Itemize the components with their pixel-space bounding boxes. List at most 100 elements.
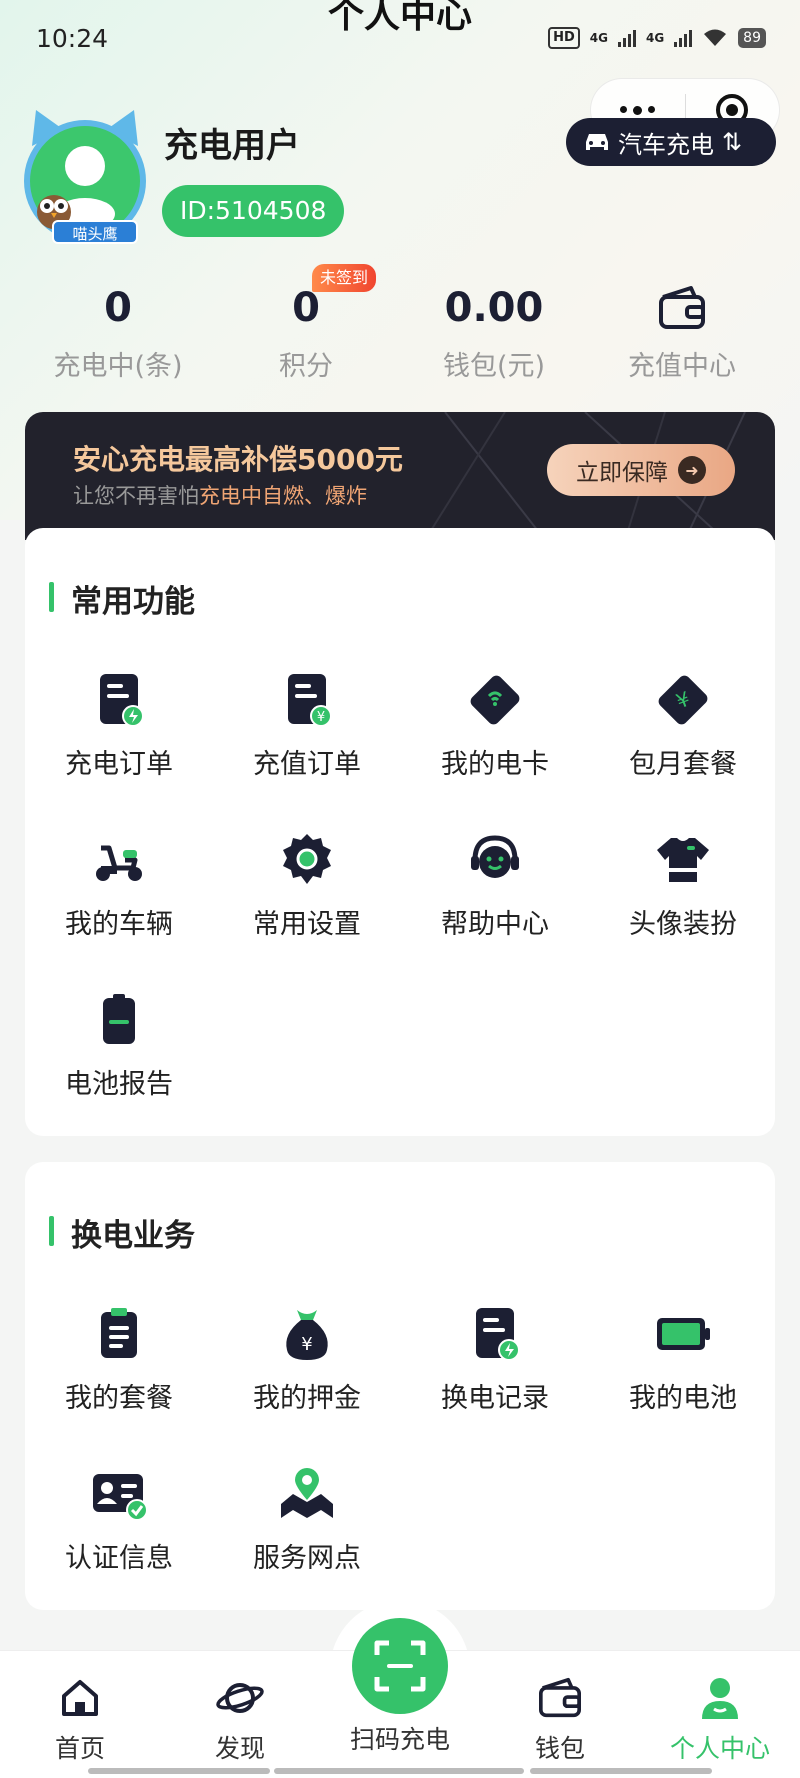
- wallet-icon: [480, 1673, 640, 1723]
- grid-label: 帮助中心: [441, 909, 549, 940]
- tab-label: 首页: [54, 1734, 105, 1763]
- scan-icon: [374, 1640, 426, 1692]
- help-icon: [471, 835, 519, 878]
- scooter-icon: [96, 845, 142, 881]
- avatar[interactable]: 喵头鹰: [20, 108, 150, 248]
- scan-charge-label[interactable]: 扫码充电: [320, 1720, 480, 1756]
- home-indicator: [530, 1768, 712, 1774]
- stat-label: 充电中(条): [53, 351, 183, 382]
- grid-label: 我的套餐: [65, 1383, 173, 1414]
- battery-report-icon: [103, 994, 135, 1044]
- banner-subtitle-prefix: 让您不再害怕: [73, 484, 199, 508]
- insurance-banner[interactable]: 安心充电最高补偿5000元 让您不再害怕充电中自燃、爆炸 立即保障 ➜: [25, 412, 775, 540]
- planet-icon: [160, 1673, 320, 1723]
- package-icon: [101, 1308, 137, 1358]
- grid-label: 充值订单: [253, 749, 361, 780]
- stats-row: 0 充电中(条) 0 积分 0.00 钱包(元) 充值中心: [0, 280, 800, 390]
- stat-points[interactable]: 0 积分: [206, 280, 406, 383]
- grid-label: 头像装扮: [629, 909, 737, 940]
- grid-item-my-card[interactable]: 我的电卡: [401, 670, 589, 810]
- grid-item-battery-report[interactable]: 电池报告: [25, 990, 213, 1130]
- user-icon: [640, 1673, 800, 1723]
- home-indicator: [274, 1768, 524, 1774]
- stat-value: 0.00: [444, 285, 544, 331]
- user-name: 充电用户: [164, 126, 300, 166]
- grid-label: 换电记录: [441, 1383, 549, 1414]
- unsigned-badge[interactable]: 未签到: [312, 264, 377, 292]
- grid-item-settings[interactable]: 常用设置: [213, 830, 401, 970]
- user-id-badge: ID:5104508: [162, 185, 345, 237]
- home-indicator: [88, 1768, 270, 1774]
- swap-business-card: 换电业务 我的套餐 ¥ 我的押金 换电记录 我的电池 认证信息 服务网点: [25, 1162, 775, 1610]
- stat-value: 0: [292, 285, 320, 331]
- card-icon: [470, 675, 520, 725]
- charge-order-icon: [100, 674, 144, 727]
- page-title: 个人中心: [327, 0, 472, 36]
- grid-label: 我的电池: [629, 1383, 737, 1414]
- grid-label: 常用设置: [253, 909, 361, 940]
- car-icon: [586, 134, 608, 150]
- tab-label: 发现: [214, 1734, 265, 1763]
- swap-record-icon: [476, 1308, 520, 1361]
- stat-wallet[interactable]: 0.00 钱包(元): [394, 280, 594, 383]
- stat-charging[interactable]: 0 充电中(条): [18, 280, 218, 383]
- grid-item-my-deposit[interactable]: ¥ 我的押金: [213, 1304, 401, 1444]
- grid-item-recharge-order[interactable]: ¥ 充值订单: [213, 670, 401, 810]
- deposit-icon: ¥: [286, 1310, 328, 1360]
- grid-item-avatar-dress[interactable]: 头像装扮: [589, 830, 777, 970]
- avatar-tag: 喵头鹰: [52, 220, 138, 244]
- home-icon: [0, 1673, 160, 1723]
- tab-home[interactable]: 首页: [0, 1673, 160, 1765]
- banner-subtitle-highlight: 充电中自燃、爆炸: [199, 484, 367, 508]
- grid-label: 我的车辆: [65, 909, 173, 940]
- grid-item-charge-order[interactable]: 充电订单: [25, 670, 213, 810]
- more-icon: [620, 105, 628, 113]
- avatar-dress-icon: [657, 838, 709, 882]
- arrow-right-icon: ➜: [678, 456, 706, 484]
- battery-icon: [657, 1318, 710, 1350]
- recharge-order-icon: ¥: [288, 674, 332, 727]
- protect-now-button[interactable]: 立即保障 ➜: [547, 444, 735, 496]
- grid-item-help-center[interactable]: 帮助中心: [401, 830, 589, 970]
- grid-item-monthly-package[interactable]: ¥ 包月套餐: [589, 670, 777, 810]
- monthly-package-icon: ¥: [658, 675, 708, 725]
- tab-discover[interactable]: 发现: [160, 1673, 320, 1765]
- grid-label: 包月套餐: [629, 749, 737, 780]
- switch-icon: ⇅: [722, 128, 743, 156]
- section-title: 换电业务: [49, 1210, 195, 1255]
- svg-text:¥: ¥: [301, 1334, 312, 1355]
- stat-value: 0: [104, 285, 132, 331]
- grid-label: 充电订单: [65, 749, 173, 780]
- svg-text:¥: ¥: [317, 710, 325, 725]
- tab-wallet[interactable]: 钱包: [480, 1673, 640, 1765]
- service-point-icon: [281, 1468, 333, 1518]
- grid-item-verification[interactable]: 认证信息: [25, 1464, 213, 1604]
- verification-icon: [93, 1474, 148, 1521]
- protect-now-label: 立即保障: [576, 460, 668, 486]
- tab-profile[interactable]: 个人中心: [640, 1673, 800, 1765]
- grid-label: 电池报告: [65, 1069, 173, 1100]
- grid-label: 服务网点: [253, 1543, 361, 1574]
- scan-charge-button[interactable]: [352, 1618, 448, 1714]
- stat-label: 积分: [279, 351, 333, 382]
- car-charging-button[interactable]: 汽车充电 ⇅: [566, 118, 776, 166]
- banner-subtitle: 让您不再害怕充电中自燃、爆炸: [73, 480, 367, 510]
- wallet-icon: [582, 280, 782, 336]
- section-title: 常用功能: [49, 576, 195, 621]
- grid-item-my-vehicle[interactable]: 我的车辆: [25, 830, 213, 970]
- stat-label: 充值中心: [628, 351, 736, 382]
- grid-label: 我的电卡: [441, 749, 549, 780]
- common-functions-card: 常用功能 充电订单 ¥ 充值订单 我的电卡 ¥ 包月套餐 我的车辆 常用设置 帮…: [25, 528, 775, 1136]
- grid-item-service-point[interactable]: 服务网点: [213, 1464, 401, 1604]
- grid-item-my-package[interactable]: 我的套餐: [25, 1304, 213, 1444]
- grid-label: 我的押金: [253, 1383, 361, 1414]
- stat-label: 钱包(元): [442, 351, 546, 382]
- grid-label: 认证信息: [65, 1543, 173, 1574]
- stat-recharge-center[interactable]: 充值中心: [582, 280, 782, 383]
- more-menu-button[interactable]: [591, 105, 685, 115]
- grid-item-swap-record[interactable]: 换电记录: [401, 1304, 589, 1444]
- tab-label: 钱包: [534, 1734, 585, 1763]
- tab-label: 个人中心: [669, 1734, 770, 1763]
- grid-item-my-battery[interactable]: 我的电池: [589, 1304, 777, 1444]
- settings-icon: [283, 834, 331, 884]
